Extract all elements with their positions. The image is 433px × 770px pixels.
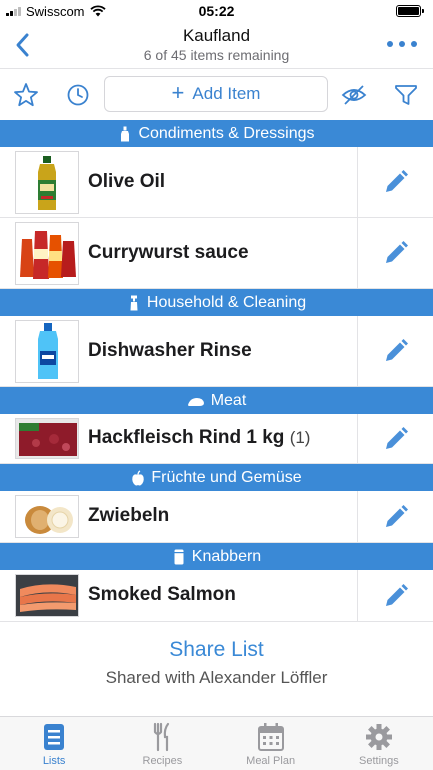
pencil-icon xyxy=(385,583,408,606)
section-title: Household & Cleaning xyxy=(146,293,307,311)
list-item[interactable]: Currywurst sauce xyxy=(0,218,433,289)
item-name[interactable]: Olive Oil xyxy=(88,171,165,193)
section-header-household: Household & Cleaning xyxy=(0,289,433,316)
snack-can-icon xyxy=(174,549,184,564)
list-title: Kaufland xyxy=(182,26,251,45)
tab-label: Settings xyxy=(359,755,399,767)
spray-bottle-icon xyxy=(130,295,138,310)
edit-item-button[interactable] xyxy=(357,414,433,463)
status-left: Swisscom xyxy=(6,4,106,19)
section-title: Früchte und Gemüse xyxy=(151,468,302,486)
tab-lists[interactable]: Lists xyxy=(0,717,108,770)
edit-item-button[interactable] xyxy=(357,491,433,542)
section-title: Meat xyxy=(210,391,247,409)
lists-icon xyxy=(44,724,65,750)
steak-icon xyxy=(187,397,204,406)
smoked-salmon-image xyxy=(15,574,79,617)
edit-item-button[interactable] xyxy=(357,218,433,288)
bottle-icon xyxy=(121,126,130,141)
cell-signal-icon xyxy=(6,6,21,16)
pencil-icon xyxy=(385,170,408,192)
item-name[interactable]: Zwiebeln xyxy=(88,505,169,527)
dishwasher-rinse-image xyxy=(15,320,79,383)
pencil-icon xyxy=(385,504,408,527)
star-icon[interactable] xyxy=(12,81,40,109)
item-name[interactable]: Smoked Salmon xyxy=(88,584,236,606)
tab-meal-plan[interactable]: Meal Plan xyxy=(217,717,325,770)
section-header-condiments: Condiments & Dressings xyxy=(0,120,433,147)
apple-icon xyxy=(132,469,145,485)
tab-label: Lists xyxy=(42,755,66,767)
shopping-list: Condiments & Dressings Olive Oil Currywu… xyxy=(0,120,433,622)
add-item-button[interactable]: + Add Item xyxy=(104,76,328,112)
section-header-fruits-vegetables: Früchte und Gemüse xyxy=(0,464,433,491)
item-name[interactable]: Currywurst sauce xyxy=(88,242,249,264)
list-item[interactable]: Hackfleisch Rind 1 kg (1) xyxy=(0,414,433,464)
gear-icon xyxy=(365,724,392,750)
item-name[interactable]: Hackfleisch Rind 1 kg (1) xyxy=(88,427,310,449)
add-item-label: Add Item xyxy=(192,84,261,103)
navigation-bar: Kaufland 6 of 45 items remaining xyxy=(0,22,433,68)
plus-icon: + xyxy=(171,80,185,105)
share-section: Share List Shared with Alexander Löffler xyxy=(0,632,433,688)
currywurst-sauce-image xyxy=(15,222,79,285)
olive-oil-image xyxy=(15,151,79,214)
pencil-icon xyxy=(385,339,408,361)
items-remaining-label: 6 of 45 items remaining xyxy=(143,47,290,63)
edit-item-button[interactable] xyxy=(357,316,433,386)
more-options-icon[interactable] xyxy=(387,36,417,52)
tab-label: Meal Plan xyxy=(246,755,296,767)
edit-item-button[interactable] xyxy=(357,570,433,621)
ground-beef-image xyxy=(15,418,79,459)
clock-icon[interactable] xyxy=(64,81,92,109)
share-list-button[interactable]: Share List xyxy=(169,638,264,662)
tab-label: Recipes xyxy=(142,755,183,767)
back-chevron-icon[interactable] xyxy=(10,31,36,59)
list-item[interactable]: Olive Oil xyxy=(0,147,433,218)
fork-knife-icon xyxy=(154,722,170,752)
hide-checked-eye-icon[interactable] xyxy=(340,81,368,109)
list-item[interactable]: Zwiebeln xyxy=(0,491,433,543)
toolbar: + Add Item xyxy=(0,68,433,120)
edit-item-button[interactable] xyxy=(357,147,433,217)
list-item[interactable]: Smoked Salmon xyxy=(0,570,433,622)
tab-recipes[interactable]: Recipes xyxy=(108,717,216,770)
tab-settings[interactable]: Settings xyxy=(325,717,433,770)
carrier-label: Swisscom xyxy=(26,3,85,19)
list-item[interactable]: Dishwasher Rinse xyxy=(0,316,433,387)
section-header-knabbern: Knabbern xyxy=(0,543,433,570)
tab-bar: Lists Recipes Meal Plan Settings xyxy=(0,716,433,770)
item-name[interactable]: Dishwasher Rinse xyxy=(88,340,252,362)
section-title: Condiments & Dressings xyxy=(138,124,315,142)
shared-with-label: Shared with Alexander Löffler xyxy=(105,668,328,687)
section-header-meat: Meat xyxy=(0,387,433,414)
pencil-icon xyxy=(385,241,408,263)
filter-funnel-icon[interactable] xyxy=(392,81,420,109)
onions-image xyxy=(15,495,79,538)
calendar-icon xyxy=(257,723,284,751)
pencil-icon xyxy=(385,426,408,449)
section-title: Knabbern xyxy=(191,547,262,565)
wifi-icon xyxy=(89,5,106,17)
battery-icon xyxy=(396,5,424,17)
status-bar: Swisscom 05:22 xyxy=(0,0,433,22)
